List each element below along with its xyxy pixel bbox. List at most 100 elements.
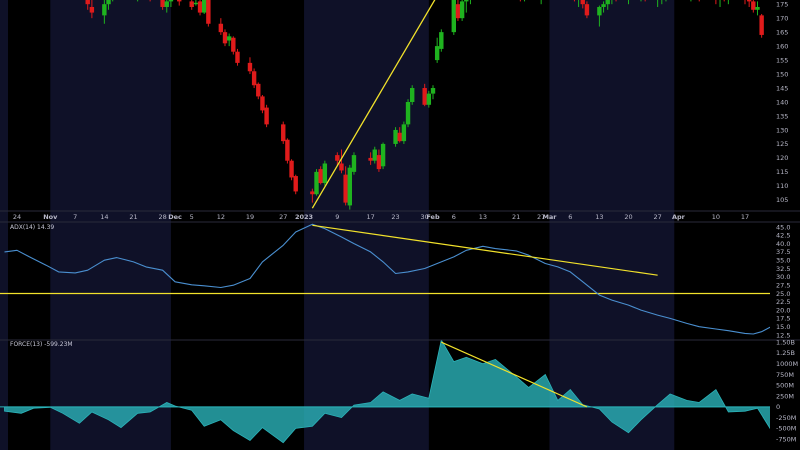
candle	[189, 1, 194, 7]
adx-axis-tick: 30.0	[776, 273, 790, 281]
candle	[260, 96, 265, 111]
adx-axis-tick: 25.0	[776, 290, 790, 298]
x-axis-tick: 12	[217, 213, 225, 221]
adx-axis-tick: 35.0	[776, 257, 790, 265]
adx-axis-tick: 45.0	[776, 223, 790, 231]
candle	[106, 0, 111, 5]
candle	[102, 4, 107, 16]
candle	[339, 163, 344, 171]
x-axis-tick: 28	[158, 213, 166, 221]
candle	[455, 4, 461, 19]
adx-axis-tick: 22.5	[776, 298, 790, 306]
candle	[605, 0, 610, 5]
price-axis-tick: 175	[776, 0, 788, 8]
candle	[376, 155, 382, 170]
candle	[372, 149, 377, 161]
candle	[206, 0, 211, 24]
x-axis-tick: 19	[246, 213, 254, 221]
x-axis-tick: 6	[568, 213, 572, 221]
adx-axis-tick: 37.5	[776, 248, 790, 256]
candle	[177, 0, 182, 2]
candle	[318, 169, 323, 184]
candle	[397, 132, 402, 142]
candle	[430, 88, 436, 94]
candle	[264, 107, 269, 125]
x-axis-tick: Feb	[426, 213, 440, 221]
price-axis-tick: 120	[776, 154, 788, 162]
force-axis-tick: 1.25B	[776, 349, 795, 357]
candle	[759, 15, 764, 35]
price-axis-tick: 140	[776, 98, 788, 106]
price-axis-tick: 135	[776, 112, 788, 120]
price-axis-tick: 125	[776, 140, 788, 148]
candle	[314, 171, 319, 195]
x-axis-tick: Mar	[542, 213, 557, 221]
candle	[247, 62, 253, 72]
candle	[426, 93, 432, 105]
price-axis-tick: 165	[776, 28, 788, 36]
candle	[226, 36, 232, 41]
price-axis-tick: 115	[776, 168, 788, 176]
x-axis-tick: 23	[391, 213, 399, 221]
candle	[751, 1, 756, 10]
x-axis-tick: 5	[190, 213, 194, 221]
x-axis-tick: Nov	[43, 213, 58, 221]
force-axis-tick: -500M	[776, 425, 796, 433]
price-axis-tick: 150	[776, 70, 788, 78]
candle	[197, 1, 203, 13]
candle	[281, 124, 286, 142]
candle	[193, 2, 199, 5]
price-axis-tick: 145	[776, 84, 788, 92]
candle	[584, 4, 590, 16]
force-axis-tick: 750M	[776, 371, 794, 379]
candle	[310, 191, 315, 195]
price-axis-tick: 105	[776, 196, 788, 204]
month-band	[304, 0, 429, 450]
x-axis-tick: 6	[452, 213, 456, 221]
candle	[293, 176, 298, 192]
x-axis-tick: 27	[653, 213, 661, 221]
adx-axis-tick: 32.5	[776, 265, 790, 273]
candle	[459, 1, 465, 19]
x-axis-tick: 2023	[295, 213, 313, 221]
candle	[755, 6, 760, 10]
candle	[580, 0, 585, 5]
month-band	[549, 0, 675, 450]
x-axis-tick: 20	[624, 213, 632, 221]
candle	[405, 102, 411, 125]
month-band	[50, 0, 171, 450]
x-axis-tick: 24	[13, 213, 21, 221]
force-title: FORCE(13) -599.23M	[10, 341, 73, 348]
force-axis-tick: 250M	[776, 392, 794, 400]
candle	[85, 0, 90, 5]
adx-axis-tick: 20.0	[776, 306, 790, 314]
candle	[597, 6, 602, 16]
candle	[393, 129, 398, 144]
candle	[322, 163, 328, 184]
price-axis-tick: 170	[776, 14, 788, 22]
candle	[285, 139, 290, 161]
adx-axis-tick: 15.0	[776, 323, 790, 331]
candle	[380, 143, 386, 167]
candle	[256, 83, 261, 97]
adx-axis-tick: 17.5	[776, 315, 790, 323]
candle	[439, 32, 444, 49]
candle	[222, 32, 228, 44]
candle	[251, 71, 257, 86]
candle	[231, 37, 236, 52]
x-axis-tick: 17	[741, 213, 749, 221]
force-axis-tick: 1000M	[776, 360, 798, 368]
price-axis-tick: 160	[776, 42, 788, 50]
price-axis-tick: 155	[776, 56, 788, 64]
x-axis-tick: 21	[129, 213, 137, 221]
candle	[235, 51, 240, 63]
candle	[335, 155, 340, 161]
candle	[422, 88, 427, 105]
x-axis-tick: Apr	[672, 213, 686, 221]
x-axis-tick: 21	[512, 213, 520, 221]
candle	[343, 174, 348, 203]
x-axis-tick: 9	[335, 213, 339, 221]
adx-title: ADX(14) 14.39	[10, 224, 54, 231]
candle	[746, 0, 752, 2]
candle	[218, 23, 224, 33]
